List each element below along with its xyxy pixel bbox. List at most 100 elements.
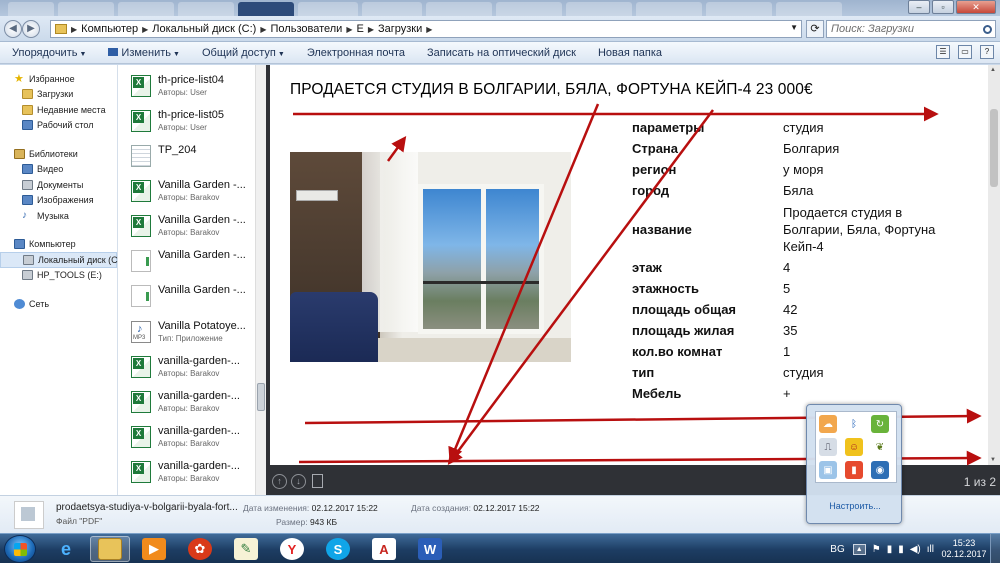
show-desktop-button[interactable] [990, 534, 1000, 563]
taskbar-word[interactable]: W [410, 536, 450, 562]
nav-video[interactable]: Видео [0, 162, 117, 178]
tray-expand-icon[interactable]: ▲ [852, 543, 866, 555]
browser-tab[interactable] [496, 2, 562, 16]
nav-favorites[interactable]: ★ Избранное [0, 71, 117, 87]
battery-icon[interactable]: ▮ [887, 544, 893, 555]
scrollbar-thumb[interactable] [990, 109, 998, 187]
browser-tab[interactable] [776, 2, 842, 16]
nav-images[interactable]: Изображения [0, 193, 117, 209]
browser-tab[interactable] [706, 2, 772, 16]
burn-button[interactable]: Записать на оптический диск [427, 47, 576, 59]
messenger-tray-icon[interactable]: ☺ [845, 438, 863, 456]
language-indicator[interactable]: BG [830, 544, 844, 555]
new-folder-button[interactable]: Новая папка [598, 47, 662, 59]
browser-tab[interactable] [298, 2, 358, 16]
search-input[interactable]: Поиск: Загрузки [826, 20, 996, 38]
list-item[interactable]: Vanilla Garden -... Авторы: Barakov [118, 174, 256, 207]
start-button[interactable] [4, 535, 36, 563]
taskbar-media-app[interactable]: ✿ [180, 536, 220, 562]
breadcrumb-users[interactable]: Пользователи [271, 23, 343, 35]
browser-tab[interactable] [178, 2, 234, 16]
list-item[interactable]: Vanilla Potatoye... Тип: Приложение [118, 315, 256, 348]
taskbar-yandex-browser[interactable]: Y [272, 536, 312, 562]
taskbar-internet-explorer[interactable]: e [46, 536, 86, 562]
previous-page-icon[interactable]: ↑ [272, 474, 287, 489]
scroll-down-icon[interactable]: ▼ [990, 457, 996, 463]
nav-desktop[interactable]: Рабочий стол [0, 118, 117, 134]
maximize-button[interactable]: ▫ [932, 0, 954, 14]
breadcrumb-local-disk[interactable]: Локальный диск (C:) [152, 23, 256, 35]
pdf-scrollbar[interactable]: ▲ ▼ [988, 65, 1000, 465]
change-menu[interactable]: Изменить ▼ [108, 47, 180, 59]
nav-recent[interactable]: Недавние места [0, 102, 117, 118]
browser-tab[interactable] [362, 2, 422, 16]
search-icon[interactable] [983, 25, 992, 34]
taskbar-media-player[interactable]: ▶ [134, 536, 174, 562]
address-field[interactable]: ▶ Компьютер ▶ Локальный диск (C:) ▶ Поль… [50, 20, 802, 38]
view-options-icon[interactable]: ☰ [936, 45, 950, 59]
list-item[interactable]: TP_204 [118, 139, 256, 172]
forward-button[interactable]: ▶ [22, 20, 40, 38]
network-signal-icon[interactable]: ▮ [898, 544, 904, 555]
usb-tray-icon[interactable]: ⎍ [819, 438, 837, 456]
list-item[interactable]: th-price-list04 Авторы: User [118, 69, 256, 102]
taskbar-skype[interactable]: S [318, 536, 358, 562]
tray-customize-link[interactable]: Настроить... [807, 501, 903, 511]
nav-documents[interactable]: Документы [0, 177, 117, 193]
nav-music[interactable]: ♪ Музыка [0, 208, 117, 224]
close-button[interactable]: ✕ [956, 0, 996, 14]
browser-tab[interactable] [426, 2, 492, 16]
update-tray-icon[interactable]: ↻ [871, 415, 889, 433]
page-icon[interactable] [312, 474, 323, 488]
list-item[interactable]: Vanilla Garden -... Авторы: Barakov [118, 209, 256, 242]
power-tray-icon[interactable]: ◉ [871, 461, 889, 479]
monitor-tray-icon[interactable]: ▣ [819, 461, 837, 479]
list-item[interactable]: Vanilla Garden -... [118, 279, 256, 312]
list-item[interactable]: vanilla-garden-... Авторы: Barakov [118, 350, 256, 383]
nav-local-disk[interactable]: Локальный диск (C [0, 252, 118, 268]
wifi-signal-icon[interactable]: ıll [927, 544, 934, 555]
list-item[interactable]: Vanilla Garden -... [118, 244, 256, 277]
taskbar-acrobat[interactable]: A [364, 536, 404, 562]
organize-menu[interactable]: Упорядочить ▼ [12, 47, 86, 59]
leaf-tray-icon[interactable]: ❦ [871, 438, 889, 456]
cloud-tray-icon[interactable]: ☁ [819, 415, 837, 433]
browser-tab[interactable] [636, 2, 702, 16]
nav-libraries[interactable]: Библиотеки [0, 146, 117, 162]
next-page-icon[interactable]: ↓ [291, 474, 306, 489]
list-item[interactable]: vanilla-garden-... Авторы: Barakov [118, 420, 256, 453]
preview-pane-icon[interactable]: ▭ [958, 45, 972, 59]
scrollbar-thumb[interactable] [257, 383, 265, 411]
refresh-button[interactable]: ⟳ [806, 20, 824, 38]
minimize-button[interactable]: – [908, 0, 930, 14]
browser-tab[interactable] [566, 2, 632, 16]
nav-network[interactable]: Сеть [0, 296, 117, 312]
bluetooth-icon[interactable]: ᛒ [845, 415, 863, 433]
nav-computer[interactable]: Компьютер [0, 237, 117, 253]
browser-tab[interactable] [118, 2, 174, 16]
clock[interactable]: 15:23 02.12.2017 [940, 538, 988, 560]
taskbar-explorer[interactable] [90, 536, 130, 562]
volume-icon[interactable]: ◀) [910, 544, 921, 555]
breadcrumb-downloads[interactable]: Загрузки [378, 23, 422, 35]
action-center-flag-icon[interactable]: ⚑ [872, 544, 881, 555]
file-list-scrollbar[interactable] [255, 65, 266, 495]
breadcrumb-computer[interactable]: Компьютер [81, 23, 138, 35]
help-icon[interactable]: ? [980, 45, 994, 59]
browser-tab[interactable] [8, 2, 54, 16]
email-button[interactable]: Электронная почта [307, 47, 405, 59]
chevron-down-icon[interactable]: ▼ [790, 23, 798, 32]
list-item[interactable]: vanilla-garden-... Авторы: Barakov [118, 385, 256, 418]
browser-tab-active[interactable] [238, 2, 294, 16]
share-menu[interactable]: Общий доступ ▼ [202, 47, 285, 59]
nav-downloads[interactable]: Загрузки [0, 87, 117, 103]
breadcrumb-user-e[interactable]: E [356, 23, 363, 35]
scroll-up-icon[interactable]: ▲ [990, 67, 996, 73]
list-item[interactable]: th-price-list05 Авторы: User [118, 104, 256, 137]
back-button[interactable]: ◀ [4, 20, 22, 38]
taskbar-paint[interactable]: ✎ [226, 536, 266, 562]
nav-hp-tools[interactable]: HP_TOOLS (E:) [0, 268, 117, 284]
flag-tray-icon[interactable]: ▮ [845, 461, 863, 479]
browser-tab[interactable] [58, 2, 114, 16]
list-item[interactable]: vanilla-garden-... Авторы: Barakov [118, 455, 256, 488]
